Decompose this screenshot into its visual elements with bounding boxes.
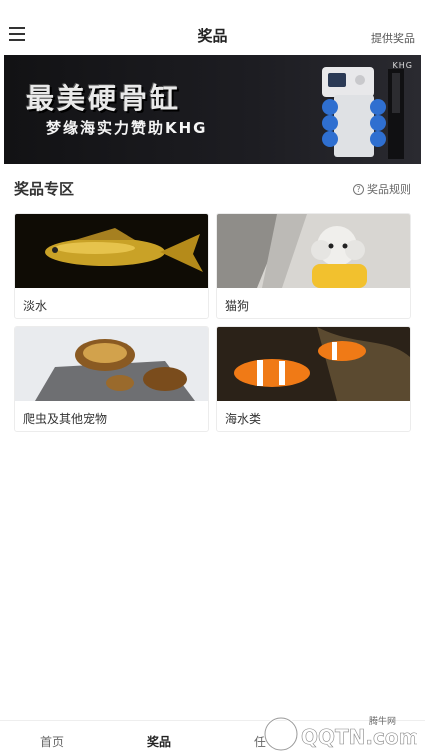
banner-title: 最美硬骨缸 [26,82,182,115]
provide-prize-link[interactable]: 提供奖品 [371,30,415,46]
dosing-pump-image [322,67,404,159]
category-card-reptiles-other[interactable]: 爬虫及其他宠物 [14,326,209,432]
category-label: 海水类 [225,412,262,426]
top-bar: 奖品 提供奖品 [0,0,425,56]
clownfish-image [217,327,410,401]
prize-rules-label: 奖品规则 [367,183,411,196]
tortoise-image [15,327,208,401]
prize-rules-link[interactable]: ? 奖品规则 [353,181,411,197]
page-title: 奖品 [197,26,228,45]
question-icon: ? [353,183,364,195]
promo-banner[interactable]: 最美硬骨缸 梦缘海实力赞助KHG KHG [4,55,421,164]
category-card-cats-dogs[interactable]: 猫狗 [216,213,411,319]
arowana-fish-image [15,214,208,288]
tab-prizes[interactable]: 奖品 [147,733,171,750]
tab-home[interactable]: 首页 [40,733,64,750]
category-card-freshwater[interactable]: 淡水 [14,213,209,319]
menu-icon[interactable] [9,27,27,43]
watermark-site: 腾牛网 [369,715,396,727]
category-label: 爬虫及其他宠物 [23,412,108,426]
section-title: 奖品专区 [14,180,75,198]
category-label: 猫狗 [225,299,250,313]
site-watermark: QQTN.com 腾牛网 [263,715,417,752]
category-label: 淡水 [23,299,48,313]
category-card-saltwater[interactable]: 海水类 [216,326,411,432]
watermark-text: QQTN.com [301,725,417,749]
poodle-dog-image [217,214,410,288]
banner-subtitle: 梦缘海实力赞助KHG [46,119,208,137]
prize-section-header: 奖品专区 ? 奖品规则 [14,178,411,200]
